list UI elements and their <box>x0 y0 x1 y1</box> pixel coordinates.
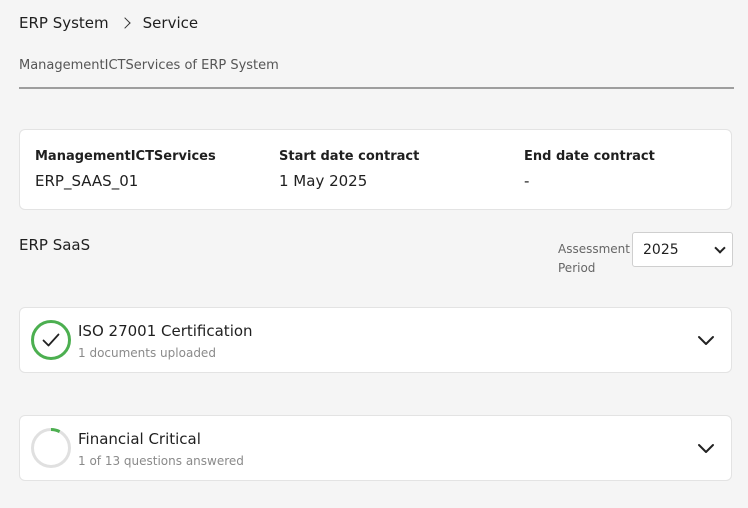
breadcrumb-link-erp-system[interactable]: ERP System <box>19 14 109 32</box>
breadcrumb: ERP System Service <box>19 12 198 34</box>
service-id-column: ManagementICTServices ERP_SAAS_01 <box>35 149 216 190</box>
check-circle-icon <box>31 320 71 360</box>
assessment-period-select[interactable]: 2025 <box>632 232 733 267</box>
chevron-down-icon[interactable] <box>695 437 717 459</box>
assessment-title: ISO 27001 Certification <box>78 322 253 340</box>
start-date-label: Start date contract <box>279 149 420 164</box>
service-id-value: ERP_SAAS_01 <box>35 172 139 190</box>
progress-ring-icon <box>31 428 71 468</box>
end-date-column: End date contract - <box>524 149 655 190</box>
assessment-period-value: 2025 <box>643 241 679 258</box>
start-date-column: Start date contract 1 May 2025 <box>279 149 419 190</box>
assessment-item-financial-critical[interactable]: Financial Critical 1 of 13 questions ans… <box>19 415 732 481</box>
assessment-title: Financial Critical <box>78 430 201 448</box>
end-date-label: End date contract <box>524 149 655 164</box>
service-id-label: ManagementICTServices <box>35 149 216 164</box>
service-page: ERP System Service ManagementICTServices… <box>0 0 748 508</box>
page-subtitle: ManagementICTServices of ERP System <box>19 58 279 73</box>
chevron-down-icon <box>714 241 726 254</box>
section-title: ERP SaaS <box>19 236 91 254</box>
service-info-card: ManagementICTServices ERP_SAAS_01 Start … <box>19 129 732 210</box>
chevron-right-icon <box>118 17 131 29</box>
start-date-value: 1 May 2025 <box>279 172 368 190</box>
header-divider <box>19 87 734 89</box>
assessment-period-label: Assessment Period <box>558 242 630 275</box>
end-date-value: - <box>524 172 530 190</box>
assessment-meta: 1 of 13 questions answered <box>78 454 244 468</box>
assessment-item-iso-27001[interactable]: ISO 27001 Certification 1 documents uplo… <box>19 307 732 373</box>
assessment-meta: 1 documents uploaded <box>78 346 216 360</box>
chevron-down-icon[interactable] <box>695 329 717 351</box>
breadcrumb-current: Service <box>142 14 199 32</box>
